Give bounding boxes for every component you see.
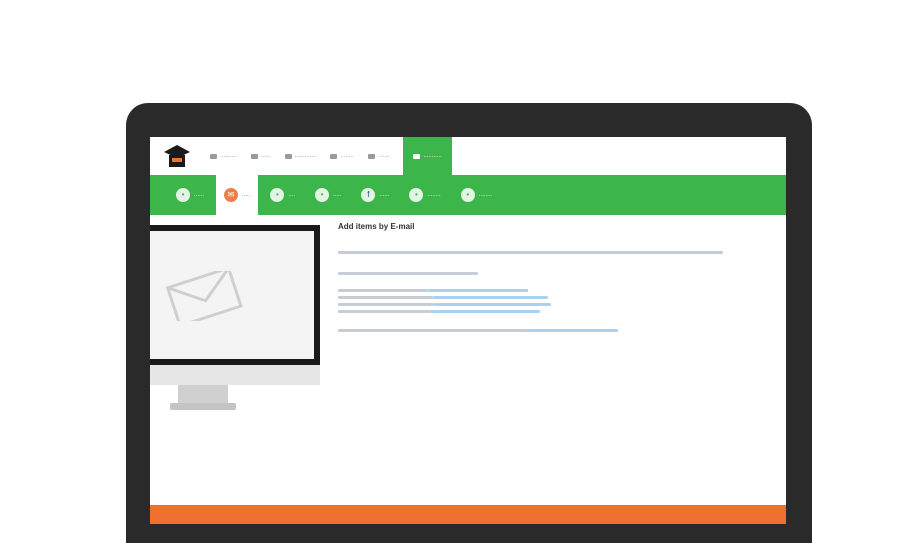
mail-icon [367,153,375,159]
monitor-chin [150,365,320,385]
tab-3[interactable]: • .... [262,175,303,215]
top-nav-item-book[interactable]: ........ [330,153,354,159]
top-nav-label: .......... [220,153,237,159]
top-bar: .......... ...... ............. ........… [150,137,786,175]
top-nav-item-people[interactable]: ............. [284,153,317,159]
top-nav-label: ........ [340,153,354,159]
circle-icon: • [409,188,424,202]
home-icon [210,153,217,159]
facebook-icon: f [361,188,376,202]
monitor-illustration [150,225,320,365]
tabs: • ...... ✉ ..... • .... • ..... f ......… [168,175,504,215]
tab-bar: • ...... ✉ ..... • .... • ..... f ......… [150,175,786,215]
top-nav-item-info[interactable]: ...... [250,153,271,159]
footer-bar [150,505,786,524]
monitor-base [170,403,236,410]
tab-4[interactable]: • ..... [307,175,349,215]
content-panel: Add items by E-mail [338,222,738,336]
top-nav-item-home[interactable]: .......... [210,153,237,159]
top-nav-label: ........... [423,153,442,159]
people-icon [284,153,292,159]
tab-1[interactable]: • ...... [168,175,212,215]
top-nav-label: ...... [260,153,271,159]
circle-icon: • [270,188,285,202]
info-icon [250,153,258,159]
logo-icon [164,145,190,167]
circle-icon: • [315,188,330,202]
top-nav-label: ............. [294,153,317,159]
list-item [338,329,738,332]
tab-email[interactable]: ✉ ..... [216,175,259,215]
tab-label: ...... [194,192,205,198]
list-item [338,310,738,313]
top-nav-item-account[interactable]: ........... [403,137,452,175]
book-icon [330,153,338,159]
list-item [338,289,738,292]
tab-label: ...... [379,192,390,198]
mail-icon: ✉ [224,188,239,202]
tab-7[interactable]: • ........ [453,175,500,215]
text-line [338,272,478,275]
tab-label: ........ [478,192,493,198]
tab-label: ..... [333,192,342,198]
content-title: Add items by E-mail [338,222,415,231]
text-line [338,251,723,254]
tab-label: ........ [427,192,441,198]
envelope-icon [165,271,243,321]
circle-icon: • [460,188,475,202]
tab-facebook[interactable]: f ...... [353,175,397,215]
top-nav: .......... ...... ............. ........… [210,137,466,175]
tab-6[interactable]: • ........ [401,175,448,215]
monitor-stand [178,385,228,403]
top-nav-item-mail[interactable]: ....... [367,153,390,159]
person-icon [413,153,421,159]
app-screen: .......... ...... ............. ........… [150,137,786,524]
tab-label: ..... [242,192,251,198]
circle-icon: • [176,188,190,202]
tab-label: .... [288,192,296,198]
monitor-screen [150,231,314,359]
list-item [338,303,738,306]
top-nav-label: ....... [377,153,390,159]
list-item [338,296,738,299]
